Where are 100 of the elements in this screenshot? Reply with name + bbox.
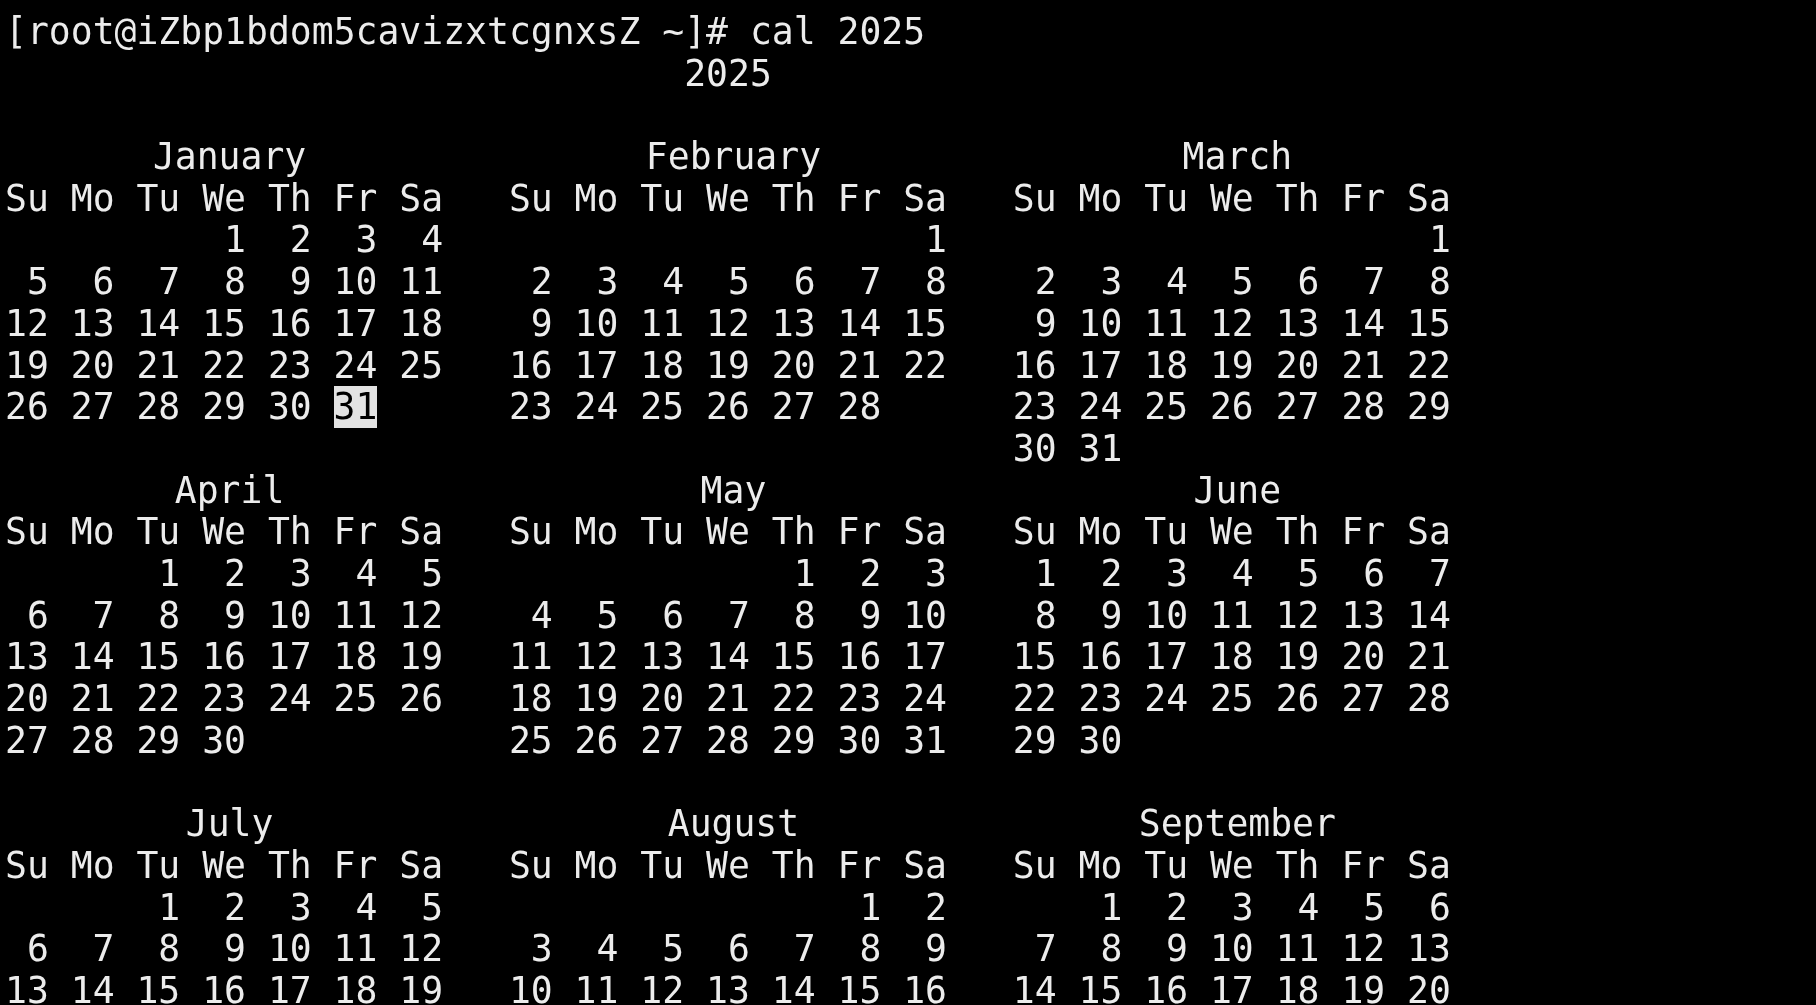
month-title: January: [152, 135, 307, 179]
day-number: 22: [903, 344, 948, 387]
day-number: 28: [1407, 678, 1451, 720]
day-number: 29: [202, 386, 246, 428]
day-number: 14: [1012, 970, 1057, 1005]
day-number: 13: [771, 302, 816, 345]
month-title: April: [174, 468, 285, 512]
weekday-label: Tu: [1144, 177, 1189, 220]
day-number: 11: [1144, 302, 1189, 345]
weekday-label: Th: [771, 844, 816, 887]
day-number: 17: [1078, 344, 1123, 387]
day-number: 20: [1407, 970, 1451, 1005]
day-number: 11: [1275, 928, 1320, 970]
day-number: 26: [706, 386, 750, 428]
day-number: 24: [267, 678, 312, 720]
day-number: 14: [70, 970, 115, 1005]
day-number: 10: [1144, 594, 1189, 637]
day-number: 19: [399, 970, 444, 1005]
weekday-label: We: [706, 177, 750, 220]
day-number: 2: [859, 553, 882, 595]
day-number: 3: [355, 219, 378, 262]
weekday-label: Tu: [640, 511, 685, 554]
day-number: 12: [706, 302, 750, 345]
month-title: February: [645, 135, 822, 179]
day-number: 9: [859, 594, 882, 637]
day-number: 8: [1429, 261, 1451, 303]
day-number: 23: [202, 678, 246, 720]
weekday-label: Th: [267, 177, 312, 220]
day-number: 5: [421, 886, 444, 929]
day-number: 31: [333, 386, 378, 428]
day-number: 25: [333, 678, 378, 720]
day-number: 20: [1275, 344, 1320, 387]
day-number: 17: [574, 344, 619, 387]
month-title: July: [185, 802, 274, 846]
day-number: 12: [574, 636, 619, 679]
day-number: 30: [1078, 719, 1123, 762]
day-number: 15: [1407, 302, 1451, 345]
weekday-label: Su: [1012, 177, 1057, 220]
day-number: 17: [333, 302, 378, 345]
weekday-label: Tu: [1144, 511, 1189, 554]
day-number: 2: [1034, 261, 1057, 303]
day-number: 14: [706, 636, 750, 679]
day-number: 11: [508, 636, 553, 679]
day-number: 26: [1209, 386, 1254, 428]
day-number: 15: [136, 636, 181, 679]
day-number: 18: [333, 636, 378, 679]
day-number: 11: [640, 302, 685, 345]
day-number: 9: [1100, 594, 1123, 637]
day-number: 5: [596, 594, 619, 637]
weekday-label: Mo: [574, 177, 619, 220]
weekday-label: We: [1209, 177, 1254, 220]
day-number: 3: [1231, 886, 1254, 929]
day-number: 23: [1012, 386, 1057, 428]
day-number: 5: [1297, 553, 1320, 595]
weekday-label: We: [202, 844, 246, 887]
day-number: 15: [1078, 970, 1123, 1005]
day-number: 21: [1341, 344, 1386, 387]
day-number: 29: [1012, 719, 1057, 762]
day-number: 15: [771, 636, 816, 679]
day-number: 16: [903, 970, 948, 1005]
weekday-label: Mo: [70, 844, 115, 887]
day-number: 28: [70, 719, 115, 762]
weekday-label: Tu: [136, 844, 181, 887]
day-number: 10: [267, 594, 312, 637]
day-number: 8: [1100, 928, 1123, 970]
day-number: 11: [574, 970, 619, 1005]
weekday-label: Su: [508, 177, 553, 220]
weekday-label: Fr: [837, 177, 882, 220]
day-number: 6: [26, 594, 49, 637]
day-number: 3: [530, 928, 553, 970]
day-number: 21: [136, 344, 181, 387]
day-number: 27: [1341, 678, 1386, 720]
day-number: 1: [158, 553, 181, 595]
weekday-label: Fr: [1341, 511, 1386, 554]
weekday-label: Mo: [574, 844, 619, 887]
day-number: 26: [5, 386, 49, 428]
day-number: 27: [640, 719, 685, 762]
day-number: 10: [267, 928, 312, 970]
day-number: 5: [26, 261, 49, 303]
weekday-label: Sa: [1407, 511, 1451, 554]
day-number: 7: [859, 261, 882, 303]
day-number: 23: [508, 386, 553, 428]
day-number: 3: [925, 553, 947, 595]
day-number: 4: [530, 594, 553, 637]
weekday-label: Sa: [1407, 177, 1451, 220]
day-number: 21: [706, 678, 750, 720]
weekday-label: Sa: [399, 511, 444, 554]
day-number: 9: [289, 261, 312, 303]
day-number: 3: [1166, 553, 1189, 595]
day-number: 2: [224, 553, 246, 595]
weekday-label: Sa: [903, 177, 947, 220]
day-number: 4: [1231, 553, 1254, 595]
day-number: 28: [136, 386, 181, 428]
day-number: 27: [70, 386, 115, 428]
day-number: 1: [1429, 219, 1451, 262]
day-number: 23: [837, 678, 882, 720]
weekday-label: Th: [1275, 844, 1320, 887]
day-number: 12: [1341, 928, 1386, 970]
weekday-label: We: [706, 844, 750, 887]
day-number: 1: [158, 886, 181, 929]
